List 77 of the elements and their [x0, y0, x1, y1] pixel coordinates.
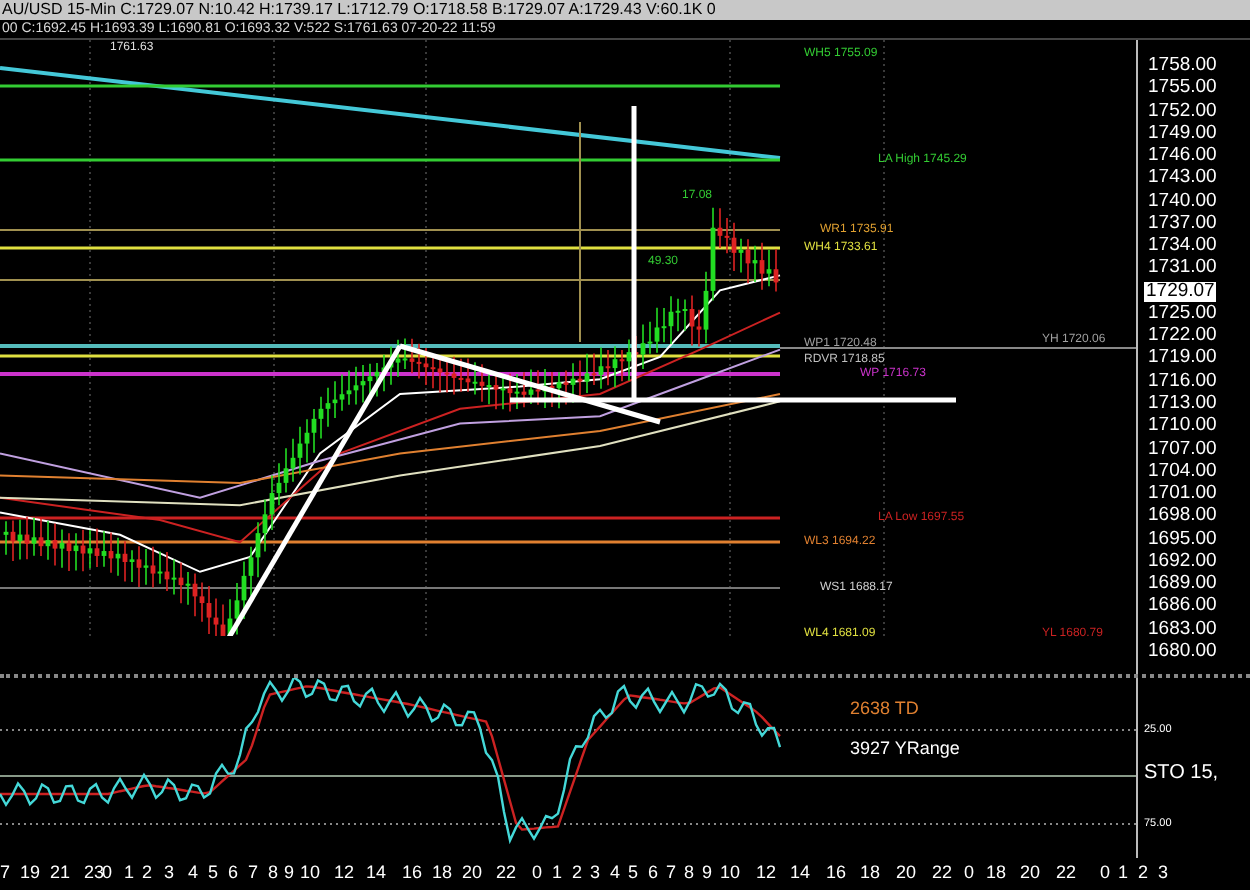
time-tick: 20 — [896, 862, 917, 882]
time-tick: 0 — [1100, 862, 1111, 882]
time-tick: 10 — [300, 862, 321, 882]
price-tick: 1680.00 — [1146, 641, 1219, 662]
time-tick: 3 — [164, 862, 175, 882]
time-tick: 12 — [756, 862, 777, 882]
price-tick: 1740.00 — [1146, 191, 1219, 212]
price-tick: 1725.00 — [1146, 303, 1219, 324]
time-tick: 8 — [268, 862, 279, 882]
price-tick: 1755.00 — [1146, 78, 1219, 99]
price-tick: 1710.00 — [1146, 416, 1219, 437]
time-tick: 3 — [1158, 862, 1169, 882]
price-tick: 1731.00 — [1146, 258, 1219, 279]
price-tick: 1683.00 — [1146, 619, 1219, 640]
time-tick: 6 — [648, 862, 659, 882]
time-tick: 1 — [552, 862, 563, 882]
indicator-note: 2638 TD — [850, 698, 919, 718]
time-tick: 23 — [84, 862, 105, 882]
time-tick: 1 — [1118, 862, 1129, 882]
time-tick: 4 — [610, 862, 621, 882]
time-tick: 0 — [532, 862, 543, 882]
price-tick: 1743.00 — [1146, 168, 1219, 189]
price-tick: 1746.00 — [1146, 146, 1219, 167]
time-tick: 5 — [628, 862, 639, 882]
time-tick: 22 — [1056, 862, 1077, 882]
price-tick: 1734.00 — [1146, 236, 1219, 257]
time-tick: 20 — [1020, 862, 1041, 882]
time-tick: 1 — [124, 862, 135, 882]
time-tick: 9 — [284, 862, 295, 882]
price-tick: 1692.00 — [1146, 551, 1219, 572]
time-tick: 18 — [860, 862, 881, 882]
time-tick: 18 — [432, 862, 453, 882]
price-tick: 1689.00 — [1146, 574, 1219, 595]
time-tick: 0 — [102, 862, 113, 882]
time-tick: 2 — [1138, 862, 1149, 882]
time-tick: 7 — [0, 862, 11, 882]
price-tick: 1686.00 — [1146, 596, 1219, 617]
price-tick: 1737.00 — [1146, 213, 1219, 234]
price-tick: 1698.00 — [1146, 506, 1219, 527]
quote-bar: AU/USD 15-Min C:1729.07 N:10.42 H:1739.17 L:1712.79 O:1718.58 B:1729.07 A:1729.43 V:60.1K 0 — [0, 0, 1250, 20]
time-tick: 3 — [590, 862, 601, 882]
price-tick: 1722.00 — [1146, 326, 1219, 347]
time-tick: 8 — [684, 862, 695, 882]
price-tick: 1749.00 — [1146, 123, 1219, 144]
time-tick: 14 — [790, 862, 811, 882]
time-tick: 9 — [702, 862, 713, 882]
time-tick: 7 — [666, 862, 677, 882]
time-tick: 0 — [964, 862, 975, 882]
price-tick: 1713.00 — [1146, 393, 1219, 414]
indicator-note: 3927 YRange — [850, 738, 960, 758]
time-tick: 20 — [462, 862, 483, 882]
time-tick: 2 — [142, 862, 153, 882]
time-tick: 12 — [334, 862, 355, 882]
price-tick: 1719.00 — [1146, 348, 1219, 369]
time-tick: 4 — [188, 862, 199, 882]
time-tick: 22 — [932, 862, 953, 882]
time-tick: 16 — [402, 862, 423, 882]
price-tick: 1752.00 — [1146, 101, 1219, 122]
time-tick: 5 — [208, 862, 219, 882]
price-tick: 1707.00 — [1146, 439, 1219, 460]
indicator-axis-label: STO 15, — [1144, 762, 1219, 784]
price-tick: 1695.00 — [1146, 529, 1219, 550]
current-price-tag: 1729.07 — [1144, 281, 1217, 302]
time-tick: 6 — [228, 862, 239, 882]
time-tick: 18 — [986, 862, 1007, 882]
time-tick: 19 — [20, 862, 41, 882]
price-tick: 1758.00 — [1146, 56, 1219, 76]
time-tick: 22 — [496, 862, 517, 882]
time-tick: 14 — [366, 862, 387, 882]
price-tick: 1704.00 — [1146, 461, 1219, 482]
time-tick: 2 — [572, 862, 583, 882]
time-tick: 16 — [826, 862, 847, 882]
price-tick: 1716.00 — [1146, 371, 1219, 392]
time-tick: 7 — [248, 862, 259, 882]
time-tick: 21 — [50, 862, 71, 882]
time-tick: 10 — [720, 862, 741, 882]
price-tick: 1701.00 — [1146, 484, 1219, 505]
